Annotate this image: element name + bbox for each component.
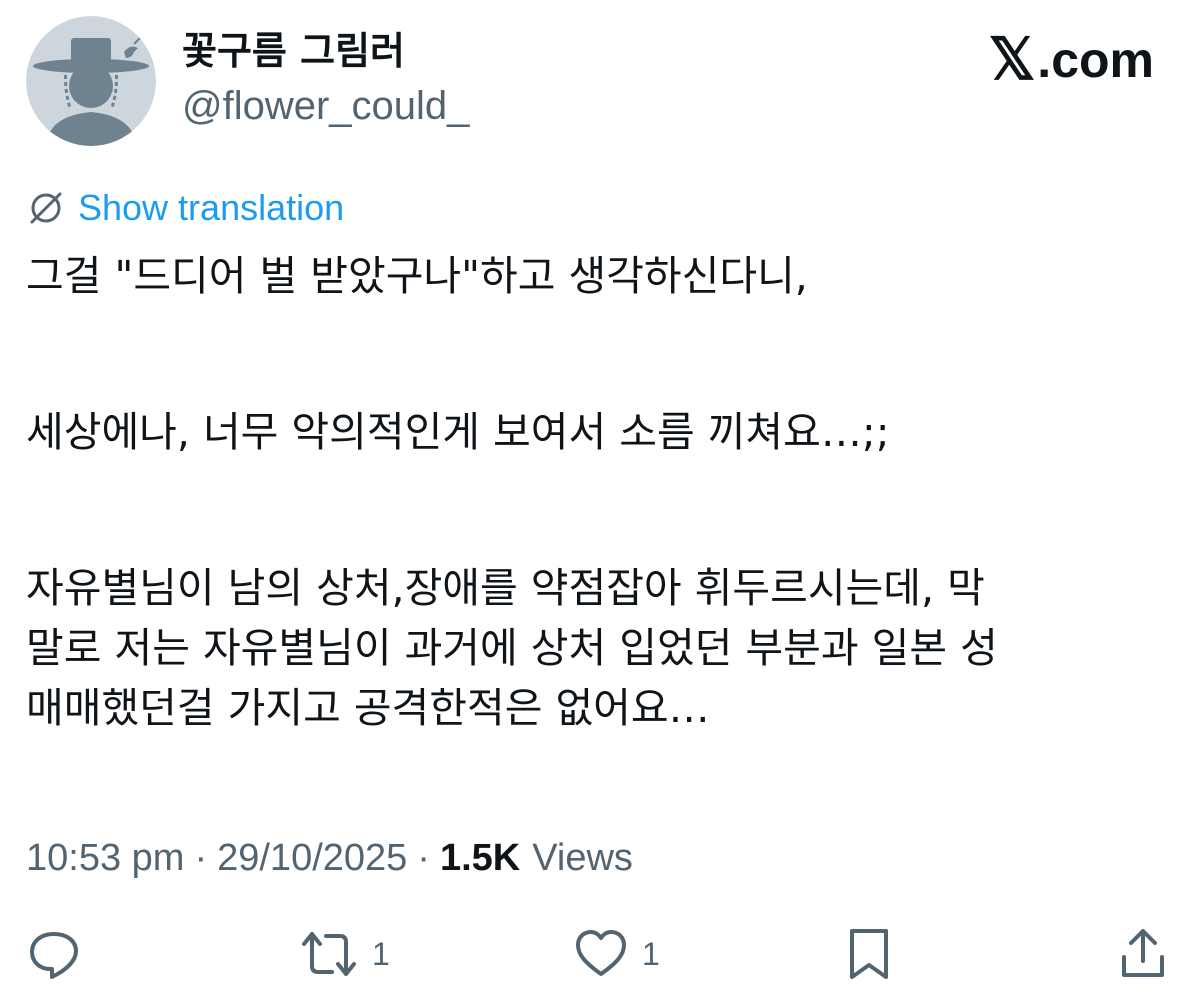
views-label: Views [532,836,633,879]
like-count: 1 [642,935,660,972]
author-handle[interactable]: @flower_could_ [182,82,469,130]
tweet-time[interactable]: 10:53 pm [26,837,184,880]
tweet-line: 그걸 "드디어 벌 받았구나"하고 생각하신다니, [26,252,808,300]
retweet-button[interactable]: 1 [300,922,390,986]
author-display-name[interactable]: 꽃구름 그림러 [182,28,405,74]
tweet-text: 그걸 "드디어 벌 받았구나"하고 생각하신다니, 세상에나, 너무 악의적인게… [26,246,1176,738]
meta-separator: · [194,836,208,879]
tweet-meta: 10:53 pm · 29/10/2025 · 1.5K Views [26,836,633,880]
hat-person-avatar-icon [26,16,156,146]
tweet-line: 세상에나, 너무 악의적인게 보여서 소름 끼쳐요…;; [26,408,890,456]
share-button[interactable] [1118,922,1168,986]
reply-button[interactable] [26,922,96,986]
retweet-icon [302,932,356,976]
x-logo-icon: 𝕏 [988,27,1036,92]
meta-separator: · [417,836,430,879]
like-button[interactable]: 1 [574,922,660,986]
brand-domain: .com [1037,32,1154,88]
tweet-line: 말로 저는 자유별님이 과거에 상처 입었던 부분과 일본 성 [26,624,998,672]
tweet-action-bar: 1 1 [0,922,1200,986]
views-count: 1.5K [439,836,521,879]
translate-icon [30,192,62,224]
bookmark-button[interactable] [846,922,892,986]
tweet-date[interactable]: 29/10/2025 [217,837,407,880]
x-com-brand: 𝕏 .com [989,30,1154,90]
reply-icon [30,932,78,979]
share-icon [1122,929,1164,977]
retweet-count: 1 [372,935,390,972]
show-translation-label: Show translation [78,187,345,228]
tweet-line: 자유별님이 남의 상처,장애를 약점잡아 휘두르시는데, 막 [26,564,985,612]
heart-icon [576,930,626,976]
tweet-line: 매매했던걸 가지고 공격한적은 없어요… [26,684,710,732]
bookmark-icon [850,929,888,979]
show-translation-link[interactable]: Show translation [28,186,344,230]
avatar[interactable] [26,16,156,146]
